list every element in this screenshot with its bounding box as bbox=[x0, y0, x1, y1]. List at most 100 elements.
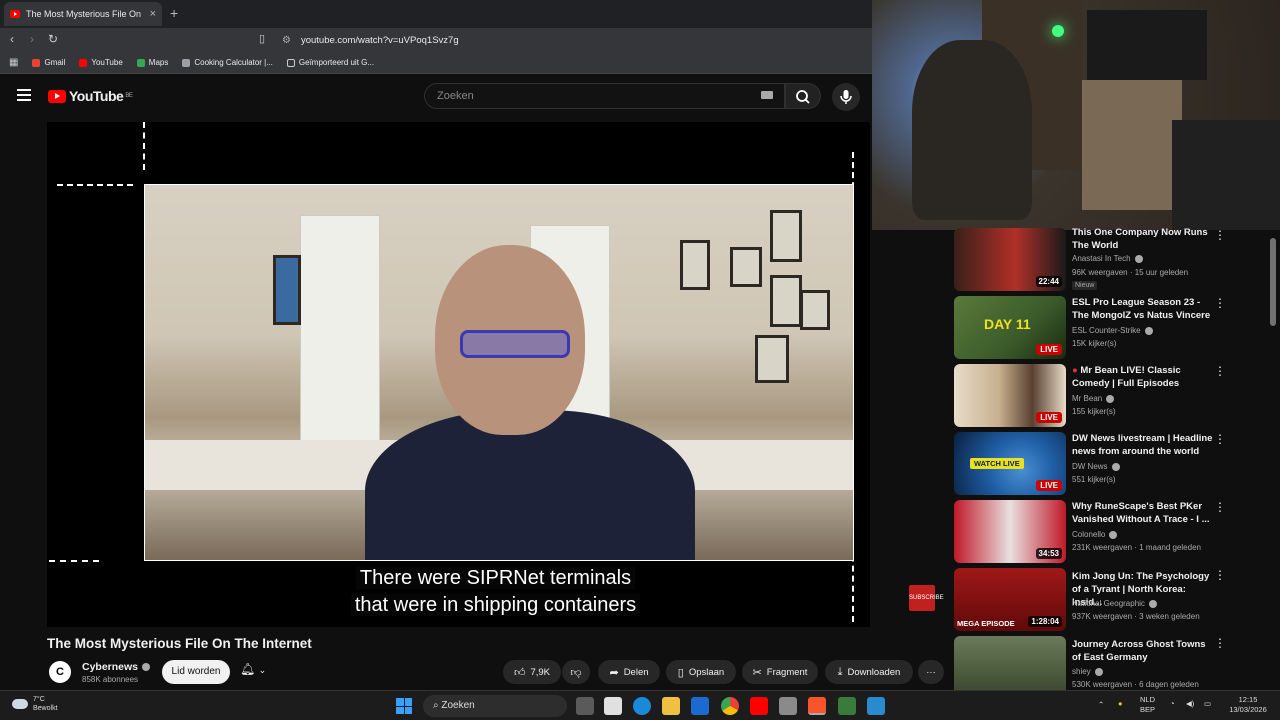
wifi-icon[interactable]: ◔ bbox=[1170, 699, 1175, 709]
back-icon[interactable]: ‹ bbox=[10, 32, 14, 46]
video-picture-frame bbox=[770, 210, 802, 262]
video-picture-frame bbox=[800, 290, 830, 330]
dislike-button[interactable]: 👎︎ bbox=[562, 660, 590, 684]
recommendation-item[interactable]: MEGA EPISODE 1:28:04 Kim Jong Un: The Ps… bbox=[954, 568, 1270, 632]
browser-tab[interactable]: The Most Mysterious File On × bbox=[4, 2, 162, 26]
more-options-icon[interactable]: ⋮ bbox=[1214, 432, 1226, 446]
recommendation-item[interactable]: WATCH LIVE LIVE DW News livestream | Hea… bbox=[954, 432, 1270, 496]
edge-icon[interactable] bbox=[633, 697, 651, 715]
task-view-icon[interactable] bbox=[576, 697, 594, 715]
battery-icon[interactable]: ▭ bbox=[1204, 699, 1211, 709]
chrome-icon[interactable] bbox=[721, 697, 739, 715]
share-button[interactable]: ➦ Delen bbox=[598, 660, 660, 684]
address-bar[interactable]: ⚙ youtube.com/watch?v=uVPoq1Svz7g bbox=[282, 31, 870, 49]
subscribe-watermark-icon[interactable]: SUBSCRIBE bbox=[909, 585, 944, 611]
scissors-icon: ✂ bbox=[752, 666, 762, 679]
taskbar-search[interactable]: ⌕ Zoeken bbox=[423, 695, 567, 717]
keyboard-icon[interactable] bbox=[761, 91, 773, 99]
youtube-favicon-icon bbox=[10, 10, 20, 18]
live-dot-icon: ● bbox=[1072, 365, 1078, 376]
verified-icon bbox=[1106, 394, 1115, 403]
recommendation-item[interactable]: 34:53 Why RuneScape's Best PKer Vanished… bbox=[954, 500, 1270, 564]
bookmark-icon[interactable]: ▯ bbox=[259, 32, 265, 45]
video-title: The Most Mysterious File On The Internet bbox=[47, 636, 312, 651]
recommendation-item[interactable]: LIVE ● Mr Bean LIVE! Classic Comedy | Fu… bbox=[954, 364, 1270, 428]
more-options-icon[interactable]: ⋮ bbox=[1214, 296, 1226, 310]
language-indicator[interactable]: NLD BEP bbox=[1140, 695, 1155, 715]
new-tab-button[interactable]: + bbox=[170, 5, 178, 21]
more-options-icon[interactable]: ⋮ bbox=[1214, 228, 1226, 242]
more-options-icon[interactable]: ⋮ bbox=[1214, 364, 1226, 378]
video-picture-frame bbox=[755, 335, 789, 383]
forward-icon[interactable]: › bbox=[30, 32, 34, 46]
windows-taskbar: 7°C Bewolkt ⌕ Zoeken ⌃ ● NLD BEP ◔ ◀) ▭ 12… bbox=[0, 690, 1280, 720]
recommendation-item[interactable]: Journey Across Ghost Towns of East Germa… bbox=[954, 636, 1270, 690]
brave-browser-icon[interactable] bbox=[808, 697, 826, 715]
video-thumbnail[interactable] bbox=[954, 636, 1066, 690]
more-options-icon[interactable]: ⋮ bbox=[1214, 500, 1226, 514]
crop-guide bbox=[49, 560, 99, 562]
verified-icon bbox=[1144, 326, 1153, 335]
video-frame[interactable] bbox=[144, 184, 854, 561]
channel-name[interactable]: Cybernews bbox=[82, 661, 151, 673]
url-text: youtube.com/watch?v=uVPoq1Svz7g bbox=[300, 34, 459, 46]
subtitle-caption: There were SIPRNet terminals that were i… bbox=[47, 565, 944, 619]
video-thumbnail[interactable]: 34:53 bbox=[954, 500, 1066, 563]
bookmark-folder-imported[interactable]: Geïmporteerd uit G... bbox=[286, 58, 374, 67]
new-badge: Nieuw bbox=[1072, 281, 1098, 290]
bookmark-cooking-calculator[interactable]: Cooking Calculator |... bbox=[182, 58, 273, 67]
verified-icon bbox=[1094, 667, 1103, 676]
app-icon[interactable] bbox=[838, 697, 856, 715]
video-thumbnail[interactable]: 22:44 bbox=[954, 228, 1066, 291]
recommendation-item[interactable]: 22:44 This One Company Now Runs The Worl… bbox=[954, 227, 1270, 292]
mega-episode-label: MEGA EPISODE bbox=[957, 619, 1015, 628]
video-thumbnail[interactable]: LIVE bbox=[954, 364, 1066, 427]
more-actions-button[interactable]: ··· bbox=[918, 660, 944, 684]
weather-widget[interactable]: 7°C Bewolkt bbox=[12, 695, 58, 713]
webcam-light bbox=[1052, 25, 1064, 37]
youtube-app-icon[interactable] bbox=[750, 697, 768, 715]
more-options-icon[interactable]: ⋮ bbox=[1214, 636, 1226, 650]
video-thumbnail[interactable]: WATCH LIVE LIVE bbox=[954, 432, 1066, 495]
tray-app-icon[interactable]: ● bbox=[1118, 699, 1123, 709]
verified-icon bbox=[1109, 530, 1118, 539]
scrollbar-thumb[interactable] bbox=[1270, 238, 1276, 326]
volume-icon[interactable]: ◀) bbox=[1186, 699, 1194, 709]
notification-bell-icon[interactable]: 🔔︎ ⌄ bbox=[240, 662, 266, 676]
outlook-icon[interactable] bbox=[691, 697, 709, 715]
calculator-icon[interactable] bbox=[779, 697, 797, 715]
voice-search-button[interactable] bbox=[832, 83, 860, 111]
apps-grid-icon[interactable]: ▦ bbox=[9, 57, 18, 68]
tray-chevron-icon[interactable]: ⌃ bbox=[1098, 700, 1104, 710]
join-button[interactable]: Lid worden bbox=[162, 660, 230, 684]
tab-close-icon[interactable]: × bbox=[150, 8, 156, 20]
chevron-down-icon: ⌄ bbox=[258, 665, 267, 675]
clock[interactable]: 12:15 13/03/2026 bbox=[1222, 695, 1274, 715]
bookmark-gmail[interactable]: Gmail bbox=[32, 58, 65, 67]
more-options-icon[interactable]: ⋮ bbox=[1214, 568, 1226, 582]
bookmark-youtube[interactable]: YouTube bbox=[79, 58, 123, 67]
windows-start-icon[interactable] bbox=[396, 698, 412, 714]
search-button[interactable] bbox=[785, 83, 821, 109]
webcam-overlay bbox=[872, 0, 1280, 230]
app-icon[interactable] bbox=[867, 697, 885, 715]
youtube-logo[interactable]: YouTube BE bbox=[48, 88, 133, 104]
site-info-icon[interactable]: ⚙ bbox=[282, 35, 291, 46]
recommendation-item[interactable]: DAY 11 LIVE ESL Pro League Season 23 - T… bbox=[954, 296, 1270, 360]
channel-avatar[interactable]: C bbox=[49, 661, 71, 683]
video-player[interactable]: There were SIPRNet terminals that were i… bbox=[47, 122, 944, 627]
bookmark-maps[interactable]: Maps bbox=[136, 58, 168, 67]
store-icon[interactable] bbox=[604, 697, 622, 715]
video-thumbnail[interactable]: MEGA EPISODE 1:28:04 bbox=[954, 568, 1066, 631]
clip-button[interactable]: ✂ Fragment bbox=[742, 660, 818, 684]
reload-icon[interactable]: ↻ bbox=[48, 32, 58, 46]
region-code: BE bbox=[125, 93, 133, 99]
save-button[interactable]: ▯ Opslaan bbox=[666, 660, 736, 684]
download-button[interactable]: ⤓ Downloaden bbox=[825, 660, 913, 684]
video-thumbnail[interactable]: DAY 11 LIVE bbox=[954, 296, 1066, 359]
microphone-icon bbox=[840, 90, 852, 104]
like-button[interactable]: 👍︎ 7,9K bbox=[503, 660, 561, 684]
file-explorer-icon[interactable] bbox=[662, 697, 680, 715]
menu-icon[interactable] bbox=[17, 89, 31, 101]
search-input[interactable]: Zoeken bbox=[424, 83, 785, 109]
